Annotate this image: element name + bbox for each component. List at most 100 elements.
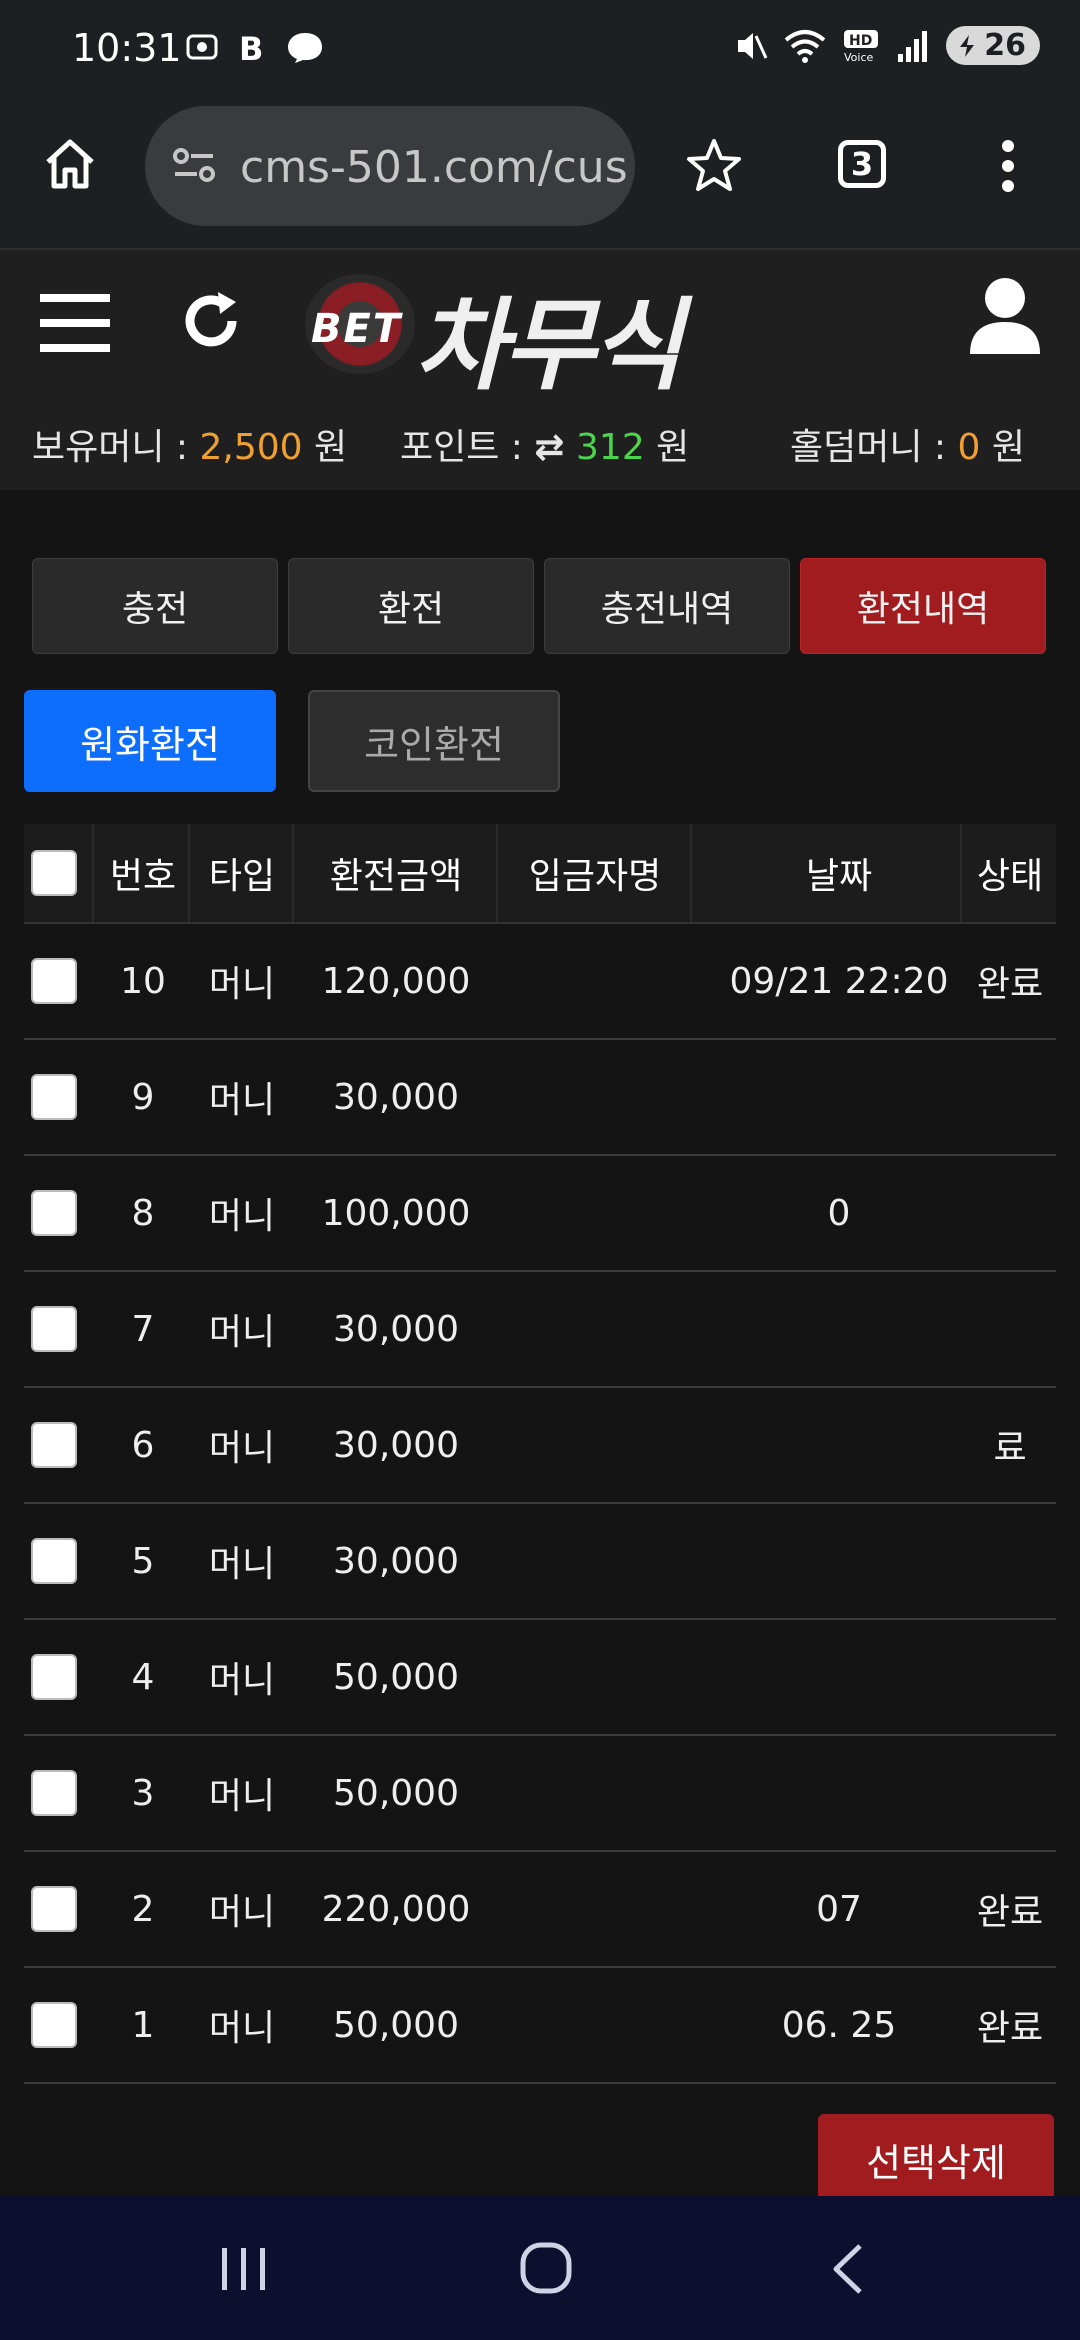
bookmark-star-icon[interactable] xyxy=(684,136,744,196)
row-number: 9 xyxy=(131,1076,155,1118)
row-status: 완료 xyxy=(976,2008,1044,2049)
select-all-checkbox-cell xyxy=(24,824,84,922)
table-body: 10 머니 120,000 09/21 22:20 완료 9 머니 30,000 8 머니 100,… xyxy=(24,924,1056,2084)
battery-icon: 26 xyxy=(946,26,1040,65)
row-number: 6 xyxy=(131,1424,155,1466)
row-type: 머니 xyxy=(208,2008,276,2049)
row-checkbox[interactable] xyxy=(31,2002,77,2048)
tab-coin-withdraw[interactable]: 코인환전 xyxy=(308,690,560,792)
svg-text:HD: HD xyxy=(849,33,872,49)
row-checkbox-cell xyxy=(24,1272,84,1386)
tab-withdraw[interactable]: 환전 xyxy=(288,558,534,654)
table-row[interactable]: 5 머니 30,000 xyxy=(24,1504,1056,1620)
site-logo[interactable]: BET 차무식 xyxy=(305,264,765,404)
address-bar[interactable]: cms-501.com/cus xyxy=(145,106,635,226)
refresh-icon[interactable] xyxy=(178,288,244,354)
row-date: 07 xyxy=(816,1888,862,1930)
table-row[interactable]: 1 머니 50,000 06. 25 완료 xyxy=(24,1968,1056,2084)
tab-withdraw-history[interactable]: 환전내역 xyxy=(800,558,1046,654)
row-checkbox[interactable] xyxy=(31,1422,77,1468)
row-type: 머니 xyxy=(208,1196,276,1237)
tab-deposit[interactable]: 충전 xyxy=(32,558,278,654)
row-depositor xyxy=(500,1388,690,1502)
row-amount: 220,000 xyxy=(321,1888,471,1930)
row-type: 머니 xyxy=(208,1080,276,1121)
site-header: BET 차무식 보유머니 : 2,500 원 포인트 : ⇄ 312 원 홀덤머… xyxy=(0,250,1080,490)
site-settings-icon[interactable] xyxy=(171,146,219,186)
row-checkbox[interactable] xyxy=(31,1886,77,1932)
row-status xyxy=(964,1620,1056,1734)
table-row[interactable]: 4 머니 50,000 xyxy=(24,1620,1056,1736)
exchange-arrows-icon[interactable]: ⇄ xyxy=(534,427,564,468)
tab-krw-withdraw[interactable]: 원화환전 xyxy=(24,690,276,792)
tab-switcher-button[interactable]: 3 xyxy=(838,140,886,188)
col-header-depositor: 입금자명 xyxy=(528,856,662,897)
money-value: 2,500 xyxy=(199,427,303,468)
home-nav-icon[interactable] xyxy=(518,2240,574,2296)
point-balance: 포인트 : ⇄ 312 원 xyxy=(400,427,690,468)
row-depositor xyxy=(500,1504,690,1618)
table-row[interactable]: 9 머니 30,000 xyxy=(24,1040,1056,1156)
b-app-icon: B xyxy=(239,30,263,64)
select-all-checkbox[interactable] xyxy=(31,850,77,896)
row-checkbox-cell xyxy=(24,1504,84,1618)
row-amount: 50,000 xyxy=(333,1656,459,1698)
row-status xyxy=(964,1272,1056,1386)
table-row[interactable]: 7 머니 30,000 xyxy=(24,1272,1056,1388)
row-status xyxy=(964,1736,1056,1850)
table-row[interactable]: 6 머니 30,000 료 xyxy=(24,1388,1056,1504)
row-number: 5 xyxy=(131,1540,155,1582)
row-type: 머니 xyxy=(208,1776,276,1817)
row-checkbox[interactable] xyxy=(31,1538,77,1584)
more-menu-icon[interactable] xyxy=(996,138,1020,194)
row-checkbox-cell xyxy=(24,1968,84,2082)
hold-value: 0 xyxy=(957,427,981,468)
row-status: 완료 xyxy=(976,964,1044,1005)
row-checkbox[interactable] xyxy=(31,1306,77,1352)
table-row[interactable]: 10 머니 120,000 09/21 22:20 완료 xyxy=(24,924,1056,1040)
row-amount: 50,000 xyxy=(333,1772,459,1814)
home-icon[interactable] xyxy=(42,136,98,192)
row-checkbox[interactable] xyxy=(31,1074,77,1120)
url-text[interactable]: cms-501.com/cus xyxy=(240,142,628,193)
row-checkbox-cell xyxy=(24,1736,84,1850)
table-row[interactable]: 2 머니 220,000 07 완료 xyxy=(24,1852,1056,1968)
main-tabs: 충전 환전 충전내역 환전내역 xyxy=(32,558,1046,654)
row-checkbox[interactable] xyxy=(31,1190,77,1236)
row-amount: 120,000 xyxy=(321,960,471,1002)
signal-icon xyxy=(898,30,928,62)
row-type: 머니 xyxy=(208,1428,276,1469)
hamburger-menu-icon[interactable] xyxy=(40,292,110,354)
row-checkbox[interactable] xyxy=(31,958,77,1004)
row-date xyxy=(694,1620,984,1734)
tab-deposit-history[interactable]: 충전내역 xyxy=(544,558,790,654)
screenshot-icon xyxy=(186,34,218,60)
row-depositor xyxy=(500,1736,690,1850)
row-checkbox[interactable] xyxy=(31,1654,77,1700)
col-header-date: 날짜 xyxy=(805,856,873,897)
status-bar: 10:31 B HD Voice 26 xyxy=(0,0,1080,100)
svg-text:B: B xyxy=(239,30,263,64)
row-number: 8 xyxy=(131,1192,155,1234)
row-date xyxy=(694,1388,984,1502)
row-date: 06. 25 xyxy=(781,2004,897,2046)
row-number: 7 xyxy=(131,1308,155,1350)
row-depositor xyxy=(500,1852,690,1966)
row-checkbox-cell xyxy=(24,1852,84,1966)
system-nav-bar xyxy=(0,2196,1080,2340)
row-checkbox-cell xyxy=(24,1040,84,1154)
mute-icon xyxy=(738,32,768,59)
table-row[interactable]: 8 머니 100,000 0 xyxy=(24,1156,1056,1272)
back-nav-icon[interactable] xyxy=(828,2242,868,2296)
table-row[interactable]: 3 머니 50,000 xyxy=(24,1736,1056,1852)
table-header: 번호 타입 환전금액 입금자명 날짜 상태 xyxy=(24,824,1056,924)
logo-bet: BET xyxy=(311,306,403,352)
row-checkbox[interactable] xyxy=(31,1770,77,1816)
col-header-amount: 환전금액 xyxy=(329,856,463,897)
delete-selected-button[interactable]: 선택삭제 xyxy=(818,2114,1054,2204)
row-depositor xyxy=(500,1620,690,1734)
recent-apps-icon[interactable] xyxy=(218,2244,270,2294)
row-date xyxy=(694,1504,984,1618)
row-number: 10 xyxy=(120,960,166,1002)
user-profile-icon[interactable] xyxy=(968,276,1042,356)
